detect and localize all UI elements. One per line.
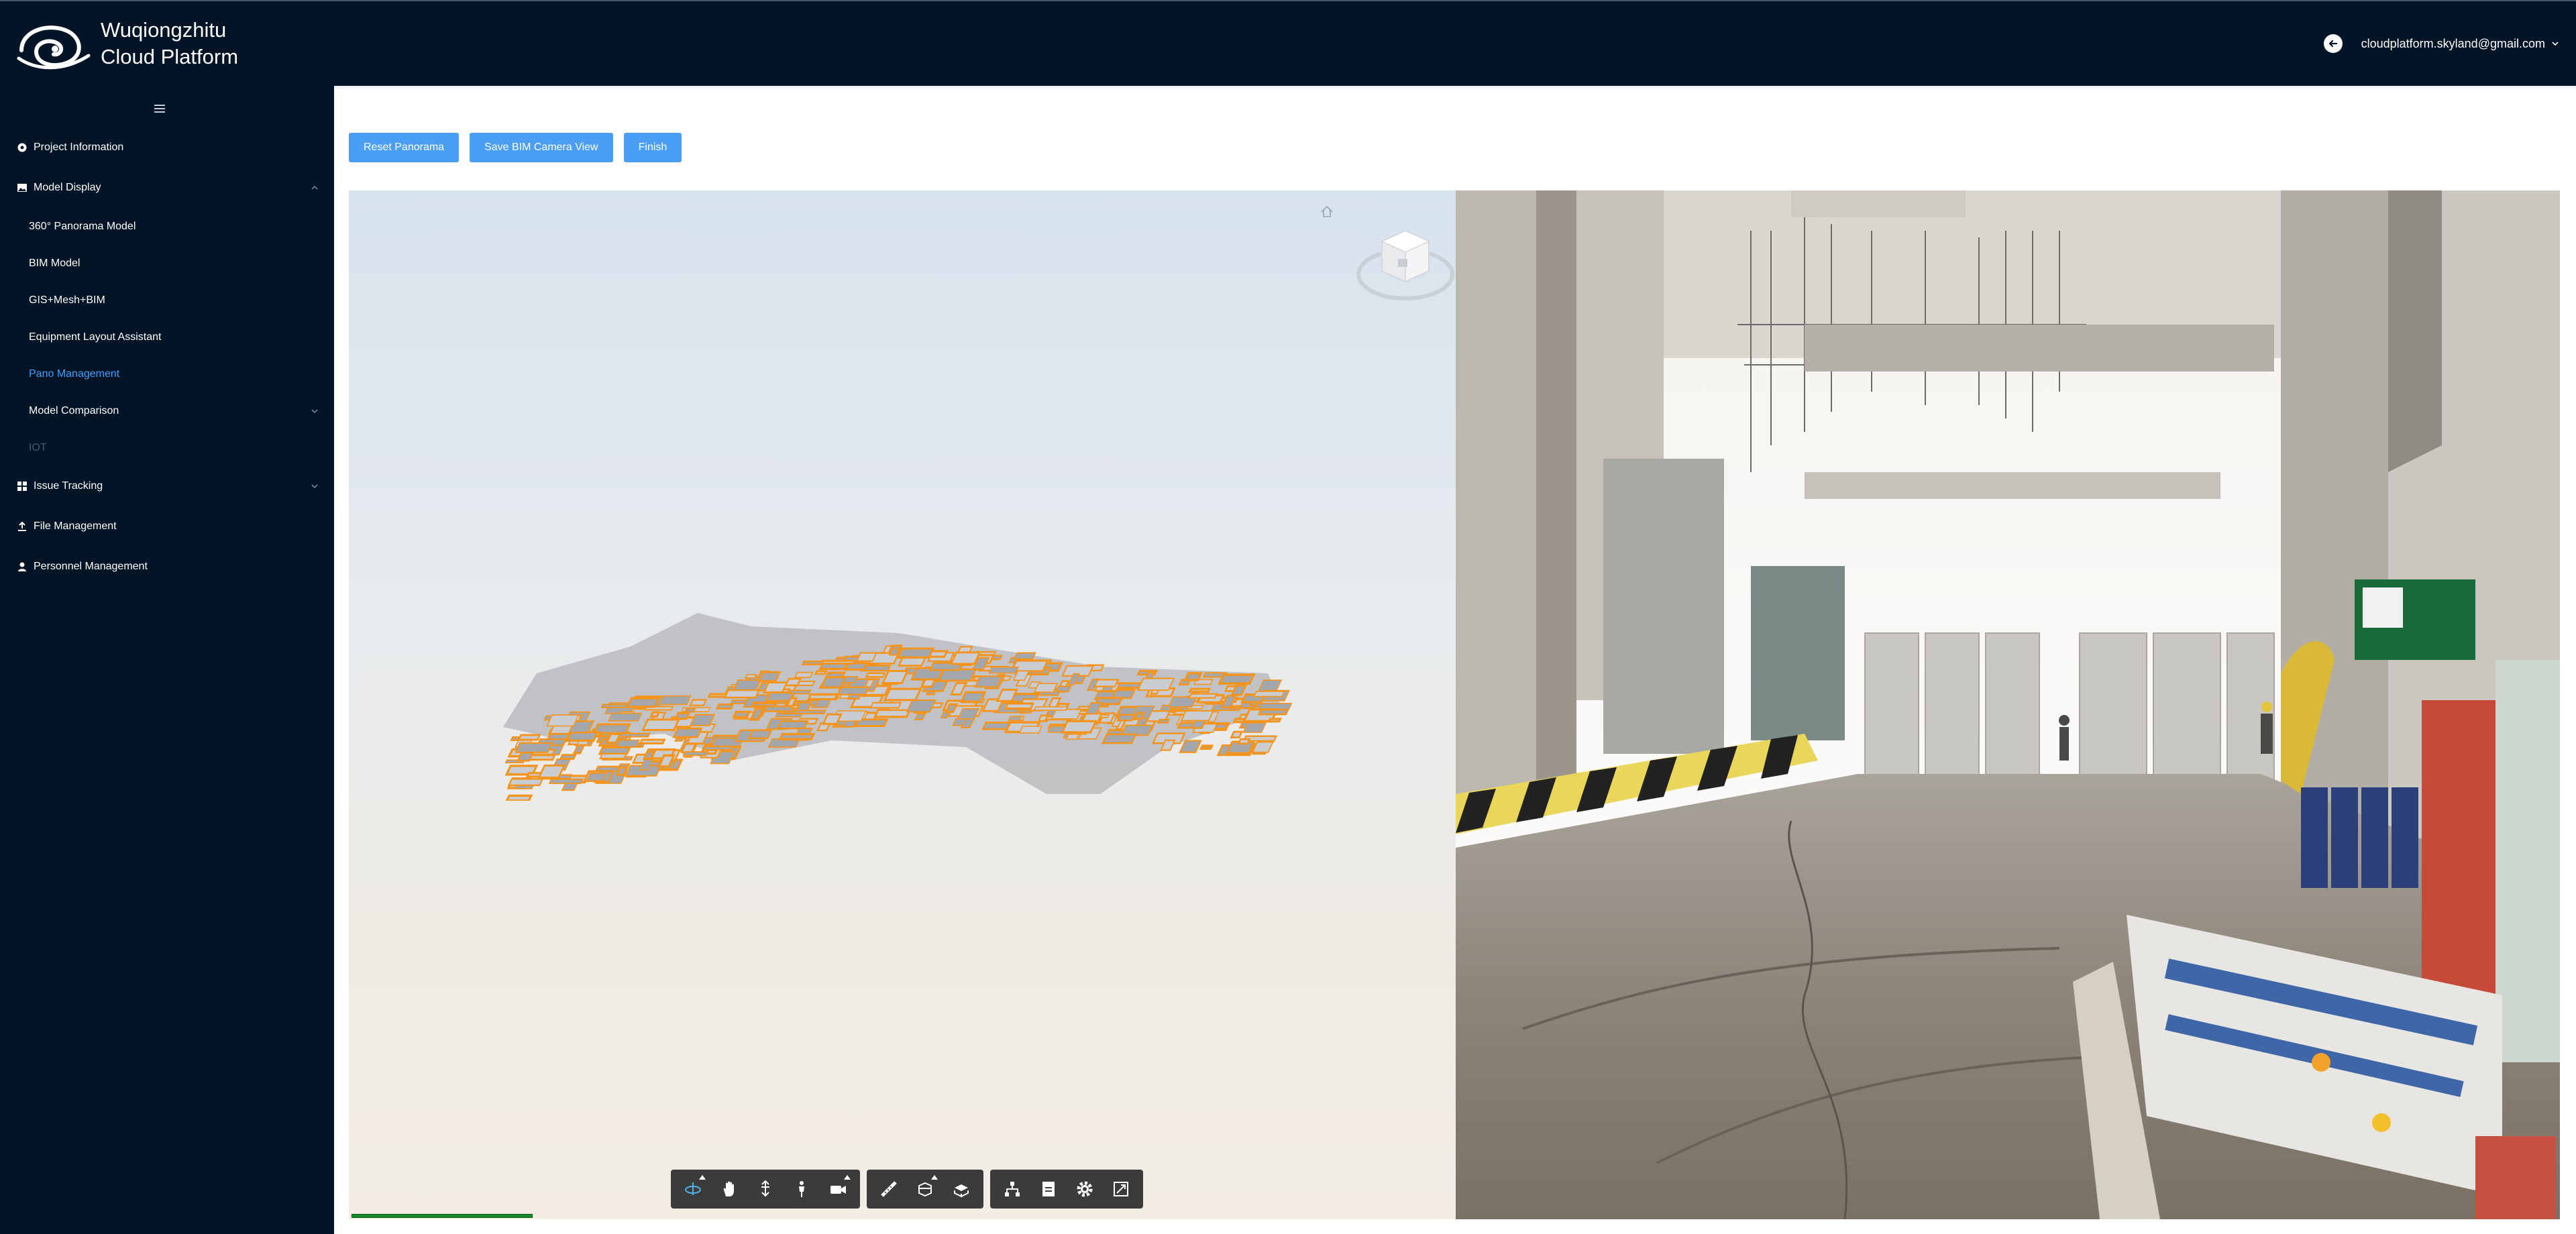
grid-icon xyxy=(16,480,28,492)
sidebar-item-gis-mesh-bim[interactable]: GIS+Mesh+BIM xyxy=(0,282,334,319)
brand[interactable]: Wuqiongzhitu Cloud Platform xyxy=(16,17,238,70)
settings-tool-button[interactable] xyxy=(1067,1170,1103,1209)
app-title-line2: Cloud Platform xyxy=(101,45,239,68)
first-person-icon xyxy=(799,1181,804,1197)
viewer-toolbar xyxy=(671,1170,1143,1209)
orbit-tool-button[interactable] xyxy=(675,1170,711,1209)
viewcube-icon[interactable] xyxy=(1355,217,1456,304)
properties-tool-button[interactable] xyxy=(1030,1170,1067,1209)
sidebar: Project Information Model Display 360° P… xyxy=(0,86,334,1234)
pan-icon xyxy=(723,1181,734,1196)
top-header: Wuqiongzhitu Cloud Platform cloudplatfor… xyxy=(0,0,2576,86)
section-tool-button[interactable] xyxy=(907,1170,943,1209)
arrow-left-icon xyxy=(2328,40,2337,48)
gear-icon xyxy=(16,142,28,154)
save-bim-camera-view-button[interactable]: Save BIM Camera View xyxy=(470,133,613,162)
section-icon xyxy=(918,1182,932,1197)
first-person-tool-button[interactable] xyxy=(784,1170,820,1209)
settings-tool-group xyxy=(990,1170,1143,1209)
measure-icon xyxy=(881,1181,897,1197)
pan-tool-button[interactable] xyxy=(711,1170,747,1209)
navigation-tool-group xyxy=(671,1170,860,1209)
sidebar-menu: Project Information Model Display 360° P… xyxy=(0,127,334,587)
menu-toggle-button[interactable] xyxy=(152,101,168,117)
sidebar-item-model-display[interactable]: Model Display xyxy=(0,168,334,208)
zoom-icon xyxy=(761,1180,769,1197)
orbit-icon xyxy=(685,1182,701,1195)
image-icon xyxy=(16,182,28,194)
measure-tool-button[interactable] xyxy=(871,1170,907,1209)
panorama-viewer[interactable] xyxy=(1456,190,2560,1219)
bim-viewer[interactable] xyxy=(349,190,1456,1219)
chevron-down-icon xyxy=(2552,42,2559,46)
action-toolbar: Reset Panorama Save BIM Camera View Fini… xyxy=(349,133,682,162)
bim-model-render[interactable] xyxy=(496,573,1301,801)
chevron-down-icon xyxy=(311,484,318,488)
zoom-tool-button[interactable] xyxy=(747,1170,784,1209)
properties-icon xyxy=(1042,1182,1055,1196)
app-title-line1: Wuqiongzhitu xyxy=(101,18,227,42)
main-content: Reset Panorama Save BIM Camera View Fini… xyxy=(334,86,2576,1234)
sidebar-item-model-comparison[interactable]: Model Comparison xyxy=(0,392,334,429)
hamburger-icon xyxy=(154,105,165,106)
camera-icon xyxy=(830,1186,846,1194)
chevron-down-icon xyxy=(311,409,318,413)
finish-button[interactable]: Finish xyxy=(623,133,682,162)
fullscreen-tool-button[interactable] xyxy=(1103,1170,1139,1209)
home-icon[interactable] xyxy=(1319,204,1335,220)
model-browser-icon xyxy=(1005,1182,1020,1196)
sidebar-item-equipment-layout-assistant[interactable]: Equipment Layout Assistant xyxy=(0,319,334,355)
sidebar-item-issue-tracking[interactable]: Issue Tracking xyxy=(0,466,334,506)
bim-model-elements xyxy=(503,613,1293,801)
sidebar-item-file-management[interactable]: File Management xyxy=(0,506,334,547)
user-menu[interactable]: cloudplatform.skyland@gmail.com xyxy=(2361,37,2560,51)
user-email: cloudplatform.skyland@gmail.com xyxy=(2361,36,2545,50)
user-icon xyxy=(16,561,28,573)
model-browser-tool-button[interactable] xyxy=(994,1170,1030,1209)
sidebar-item-project-information[interactable]: Project Information xyxy=(0,127,334,168)
settings-icon xyxy=(1077,1181,1093,1197)
sidebar-item-bim-model[interactable]: BIM Model xyxy=(0,245,334,282)
chevron-up-icon xyxy=(311,186,318,190)
back-button[interactable] xyxy=(2323,34,2343,53)
reset-panorama-button[interactable]: Reset Panorama xyxy=(349,133,460,162)
upload-icon xyxy=(16,520,28,532)
sidebar-item-personnel-management[interactable]: Personnel Management xyxy=(0,547,334,587)
sidebar-item-pano-management[interactable]: Pano Management xyxy=(0,355,334,392)
loading-progress-bar xyxy=(352,1214,533,1218)
fullscreen-icon xyxy=(1114,1182,1128,1196)
sidebar-item-360-panorama-model[interactable]: 360° Panorama Model xyxy=(0,208,334,245)
explode-icon xyxy=(954,1184,969,1198)
explode-tool-button[interactable] xyxy=(943,1170,979,1209)
analysis-tool-group xyxy=(867,1170,983,1209)
logo-icon xyxy=(17,25,91,70)
camera-tool-button[interactable] xyxy=(820,1170,856,1209)
panorama-image xyxy=(1456,190,2560,1219)
sidebar-item-iot: IOT xyxy=(29,441,47,453)
